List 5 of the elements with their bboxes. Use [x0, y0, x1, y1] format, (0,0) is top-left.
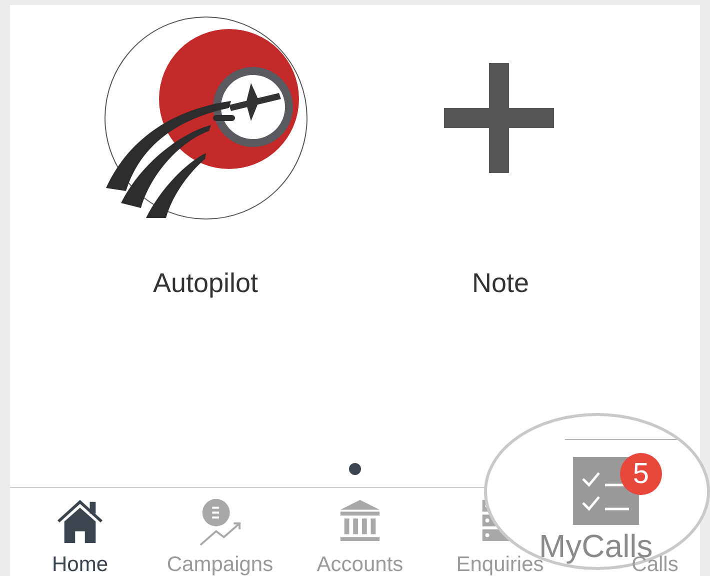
tile-label[interactable]: Note [472, 263, 530, 304]
page-dot [349, 463, 361, 475]
tab[interactable]: Home [10, 488, 150, 576]
notification-badge: 5 [620, 453, 662, 495]
tile-label[interactable]: Autopilot [152, 263, 258, 304]
